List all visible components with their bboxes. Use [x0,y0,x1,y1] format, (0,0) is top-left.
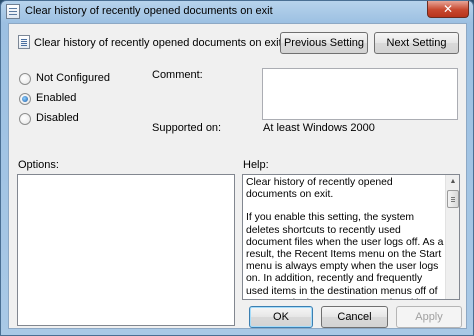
window-title: Clear history of recently opened documen… [25,5,273,17]
dialog-client-area: Clear history of recently opened documen… [8,23,467,329]
apply-button[interactable]: Apply [396,306,462,328]
comment-label: Comment: [152,69,203,81]
options-panel[interactable] [17,174,235,326]
close-icon: ✕ [442,2,454,16]
radio-label: Enabled [36,92,77,104]
policy-setting-icon [18,35,30,49]
help-panel[interactable]: Clear history of recently opened documen… [242,174,460,300]
policy-title: Clear history of recently opened documen… [34,37,282,49]
cancel-button[interactable]: Cancel [321,306,388,328]
scroll-thumb[interactable] [447,190,459,208]
help-text: Clear history of recently opened documen… [246,177,445,299]
radio-label: Disabled [36,112,79,124]
ok-button[interactable]: OK [249,306,313,328]
supported-on-value: At least Windows 2000 [263,122,375,134]
previous-setting-button[interactable]: Previous Setting [280,32,368,54]
radio-label: Not Configured [36,72,110,84]
title-bar[interactable]: Clear history of recently opened documen… [1,1,473,23]
options-label: Options: [18,159,59,171]
close-button[interactable]: ✕ [427,1,469,18]
policy-editor-window: Clear history of recently opened documen… [0,0,474,336]
radio-button[interactable] [19,73,31,85]
supported-on-label: Supported on: [152,122,222,134]
help-paragraph: If you enable this setting, the system d… [246,212,444,299]
radio-button-selected[interactable] [19,93,31,105]
help-scrollbar[interactable]: ▲ [445,175,459,299]
help-label: Help: [243,159,269,171]
radio-button[interactable] [19,113,31,125]
help-paragraph: Clear history of recently opened documen… [246,177,393,201]
policy-document-icon [6,4,20,19]
comment-textarea[interactable] [262,68,458,120]
next-setting-button[interactable]: Next Setting [374,32,459,54]
scroll-up-arrow-icon[interactable]: ▲ [447,176,459,188]
